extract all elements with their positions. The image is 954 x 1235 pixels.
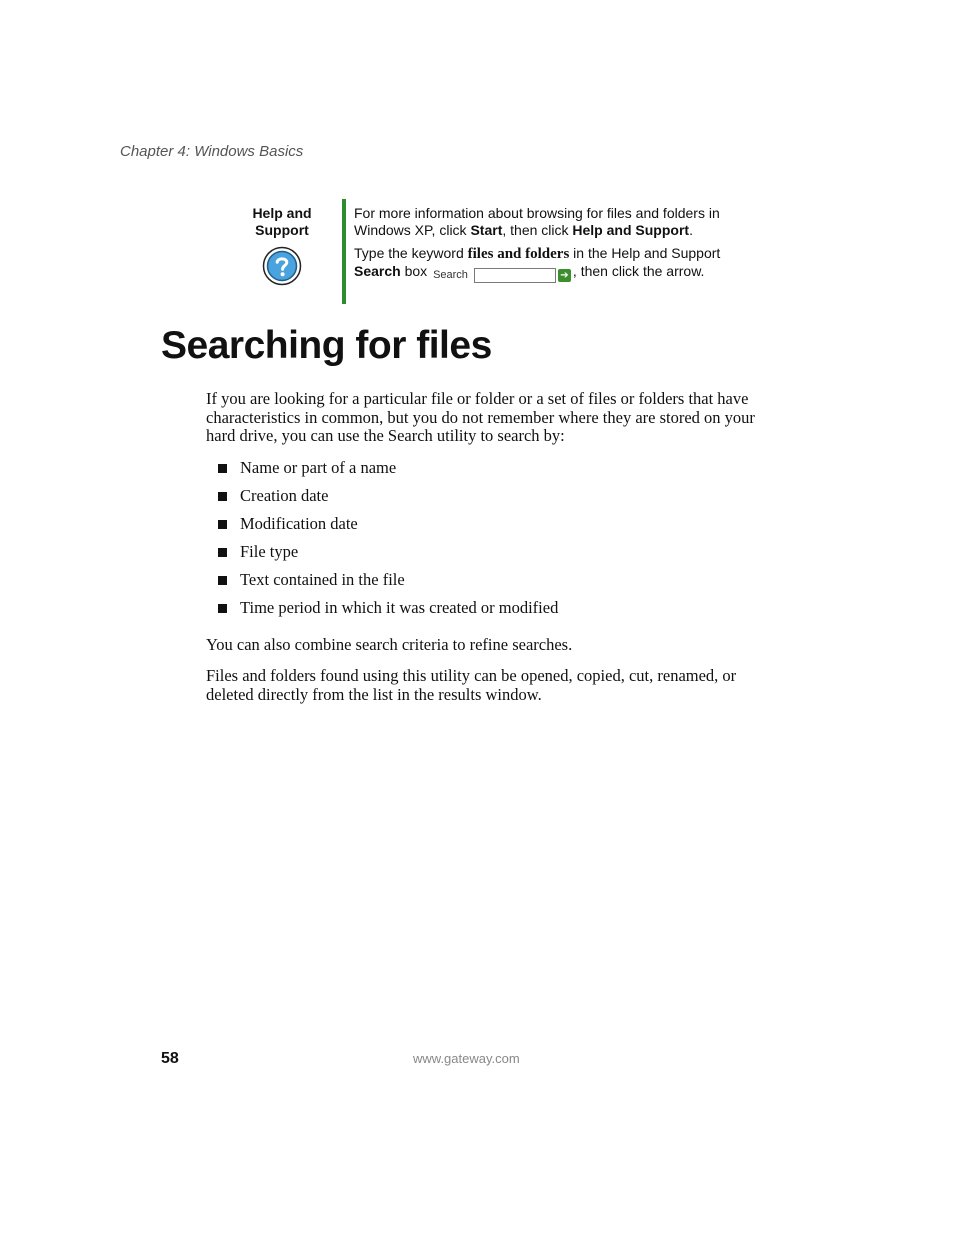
list-item: Modification date	[206, 513, 778, 543]
keyword-term: files and folders	[467, 246, 570, 262]
square-bullet-icon	[218, 491, 227, 501]
page-number: 58	[161, 1050, 179, 1067]
square-bullet-icon	[218, 547, 227, 557]
start-term: Start	[470, 222, 503, 238]
search-term: Search	[354, 263, 401, 279]
square-bullet-icon	[218, 463, 227, 473]
list-item-text: Name or part of a name	[240, 457, 397, 477]
help-label-line2: Support	[255, 222, 309, 238]
list-item-text: Creation date	[240, 485, 329, 505]
chapter-header: Chapter 4: Windows Basics	[120, 143, 304, 160]
square-bullet-icon	[218, 575, 227, 585]
list-item: File type	[206, 541, 778, 571]
sidebar-accent-rule	[342, 199, 346, 304]
help-and-support-term: Help and Support	[572, 222, 690, 238]
help-text-span: , then click	[502, 222, 573, 238]
list-item: Text contained in the file	[206, 569, 778, 599]
help-paragraph-keyword: Type the keyword files and folders in th…	[354, 245, 724, 284]
list-item: Time period in which it was created or m…	[206, 597, 778, 627]
help-and-support-label: Help and Support	[232, 205, 332, 239]
body-text: If you are looking for a particular file…	[206, 389, 778, 704]
help-text-span: , then click the arrow.	[572, 263, 705, 279]
section-title: Searching for files	[161, 324, 492, 367]
results-paragraph: Files and folders found using this utili…	[206, 666, 737, 704]
help-text-span: .	[689, 222, 693, 238]
list-item-text: Time period in which it was created or m…	[240, 597, 559, 617]
help-sidebar-text: For more information about browsing for …	[354, 205, 724, 290]
combine-paragraph: You can also combine search criteria to …	[206, 634, 573, 654]
square-bullet-icon	[218, 603, 227, 613]
square-bullet-icon	[218, 519, 227, 529]
help-text-span: Type the keyword	[354, 245, 468, 261]
list-item-text: Text contained in the file	[240, 569, 405, 589]
go-arrow-icon: ➔	[557, 268, 571, 282]
help-text-span: box	[400, 263, 432, 279]
search-criteria-list: Name or part of a name Creation date Mod…	[206, 457, 778, 627]
help-label-line1: Help and	[252, 205, 312, 221]
search-box-illustration: Search ➔	[433, 266, 571, 284]
list-item: Creation date	[206, 485, 778, 515]
list-item-text: File type	[240, 541, 299, 561]
search-box-label: Search	[433, 269, 468, 281]
search-box-field	[473, 267, 556, 283]
list-item: Name or part of a name	[206, 457, 778, 487]
help-question-icon	[262, 246, 302, 286]
help-text-span: in the Help and Support	[569, 245, 721, 261]
intro-paragraph: If you are looking for a particular file…	[206, 389, 755, 445]
help-paragraph-browse: For more information about browsing for …	[354, 205, 724, 239]
list-item-text: Modification date	[240, 513, 358, 533]
footer-url: www.gateway.com	[413, 1051, 520, 1066]
